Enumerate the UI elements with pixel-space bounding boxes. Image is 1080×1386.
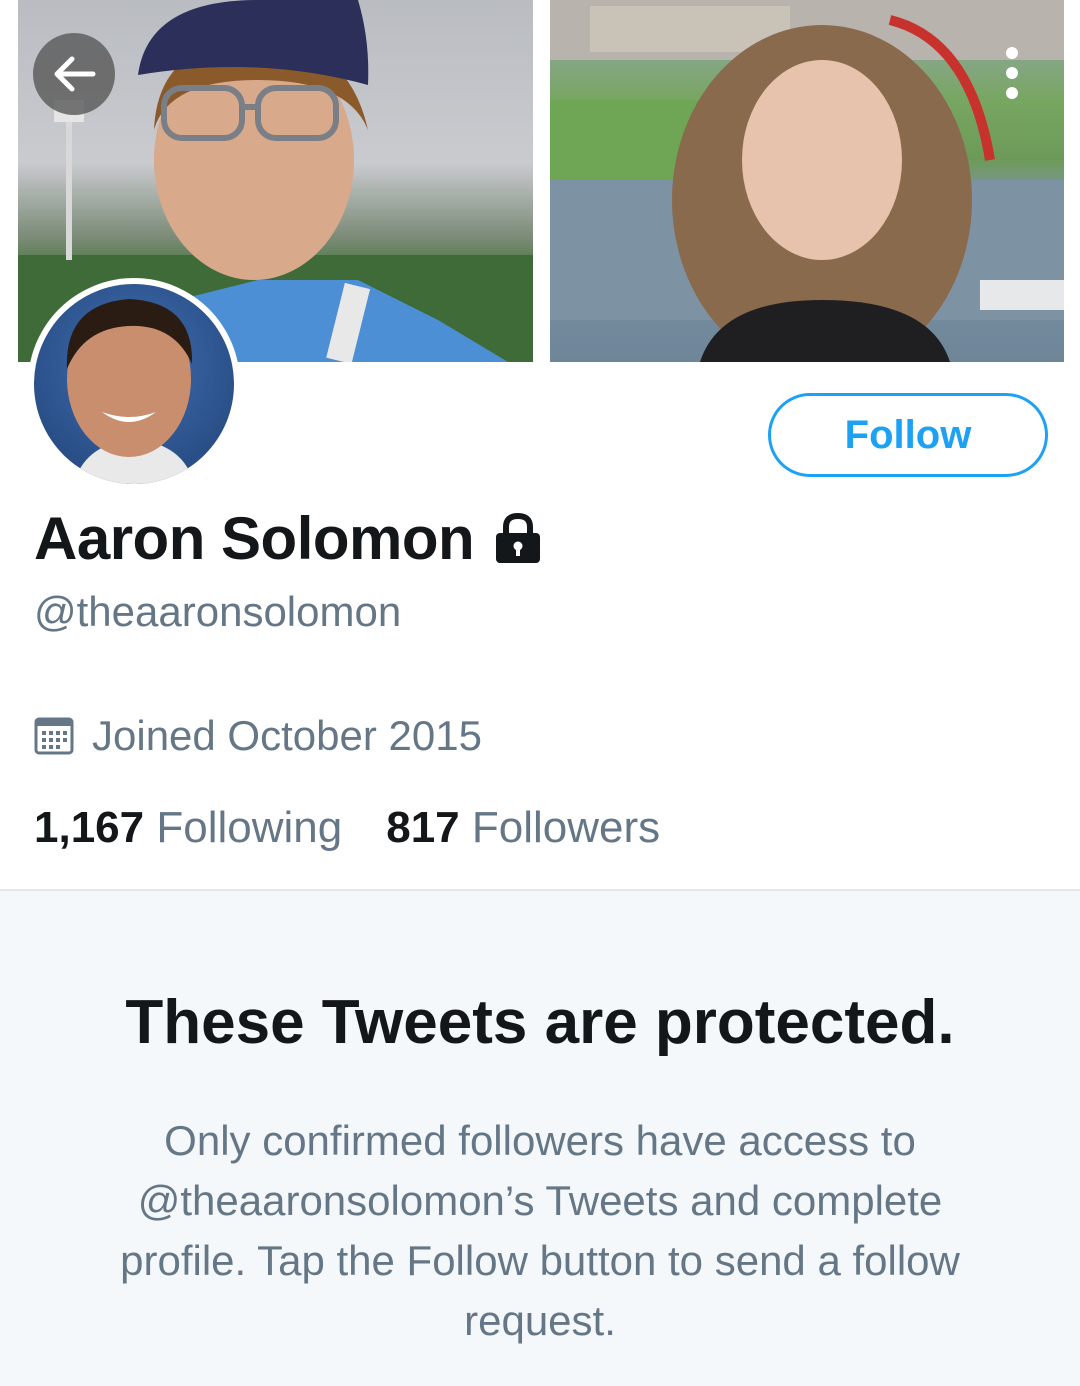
followers-stat[interactable]: 817 Followers <box>386 803 660 853</box>
lock-icon <box>496 513 541 563</box>
arrow-left-icon <box>54 56 96 92</box>
joined-date-row: Joined October 2015 <box>34 712 482 760</box>
protected-body: Only confirmed followers have access to … <box>120 1117 960 1344</box>
follow-button[interactable]: Follow <box>768 393 1048 477</box>
back-button[interactable] <box>33 33 115 115</box>
profile-page: Follow Aaron Solomon @theaaronsolomon Jo… <box>0 0 1080 1386</box>
display-name: Aaron Solomon <box>34 504 475 572</box>
user-handle: @theaaronsolomon <box>34 588 402 635</box>
protected-title: These Tweets are protected. <box>125 988 955 1057</box>
following-count: 1,167 <box>34 803 145 852</box>
avatar[interactable] <box>28 278 240 490</box>
following-stat[interactable]: 1,167 Following <box>34 803 342 853</box>
protected-notice: These Tweets are protected. Only confirm… <box>0 891 1080 1386</box>
banner-photo-right <box>550 0 1064 362</box>
calendar-icon <box>34 717 74 755</box>
display-name-row: Aaron Solomon <box>34 503 542 573</box>
followers-label: Followers <box>471 803 661 852</box>
more-options-button[interactable] <box>988 40 1036 106</box>
joined-date: Joined October 2015 <box>92 712 482 759</box>
following-label: Following <box>156 803 343 852</box>
followers-count: 817 <box>386 803 460 852</box>
avatar-image <box>34 284 234 484</box>
follow-stats: 1,167 Following 817 Followers <box>34 803 660 853</box>
more-vertical-icon <box>1006 47 1018 99</box>
